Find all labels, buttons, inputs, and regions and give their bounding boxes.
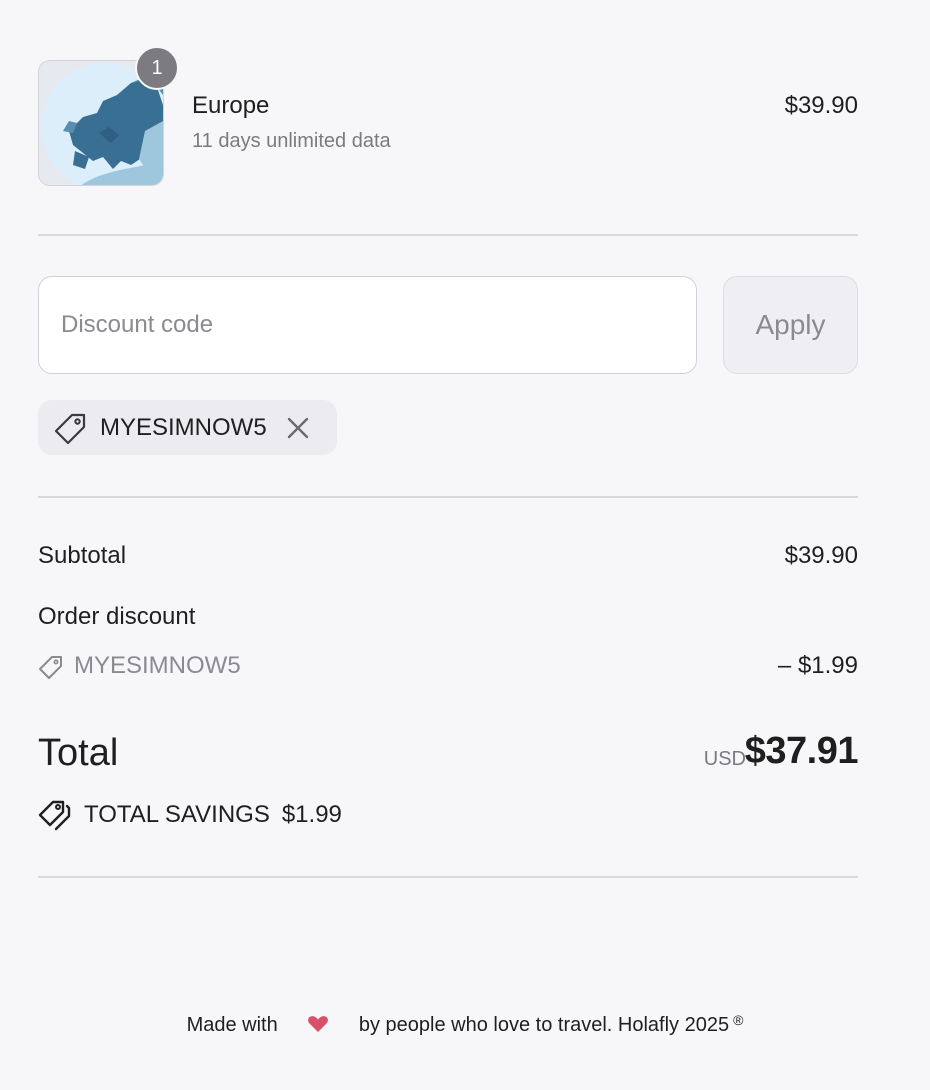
subtotal-label: Subtotal bbox=[38, 542, 127, 569]
total-savings-label: TOTAL SAVINGS bbox=[84, 801, 270, 828]
discount-value: – $1.99 bbox=[777, 652, 858, 679]
applied-code-label: MYESIMNOW5 bbox=[100, 413, 267, 441]
product-name: Europe bbox=[192, 92, 270, 119]
subtotal-row: Subtotal $39.90 bbox=[38, 542, 858, 570]
apply-discount-button[interactable]: Apply bbox=[723, 276, 858, 374]
cart-line-item: 1 Europe 11 days unlimited data $39.90 bbox=[38, 46, 858, 188]
tag-icon bbox=[39, 656, 62, 679]
total-savings: TOTAL SAVINGS $1.99 bbox=[38, 798, 342, 832]
divider bbox=[38, 876, 858, 878]
discount-code-input[interactable] bbox=[38, 276, 697, 374]
footer-text-after: by people who love to travel. Holafly 20… bbox=[358, 1014, 730, 1036]
subtotal-value: $39.90 bbox=[784, 542, 858, 569]
total-savings-value: $1.99 bbox=[281, 801, 342, 828]
discount-code-label: MYESIMNOW5 bbox=[74, 652, 241, 679]
total-label: Total bbox=[38, 732, 119, 774]
footer: Made with by people who love to travel. … bbox=[0, 1012, 930, 1037]
product-price: $39.90 bbox=[784, 92, 858, 119]
footer-text-before: Made with bbox=[186, 1014, 278, 1036]
product-description: 11 days unlimited data bbox=[192, 130, 391, 152]
close-icon[interactable] bbox=[285, 415, 311, 441]
applied-discount-chip: MYESIMNOW5 bbox=[38, 400, 337, 455]
registered-mark: ® bbox=[733, 1012, 744, 1028]
heart-icon bbox=[308, 1016, 329, 1032]
tag-icon bbox=[54, 413, 86, 444]
total-amount: $37.91 bbox=[744, 730, 859, 772]
currency-code: USD bbox=[703, 748, 746, 770]
divider bbox=[38, 234, 858, 236]
order-discount-label: Order discount bbox=[38, 603, 196, 630]
quantity-badge: 1 bbox=[135, 46, 179, 90]
order-discount-row: Order discount bbox=[38, 603, 858, 631]
divider bbox=[38, 496, 858, 498]
tags-icon bbox=[38, 800, 71, 831]
